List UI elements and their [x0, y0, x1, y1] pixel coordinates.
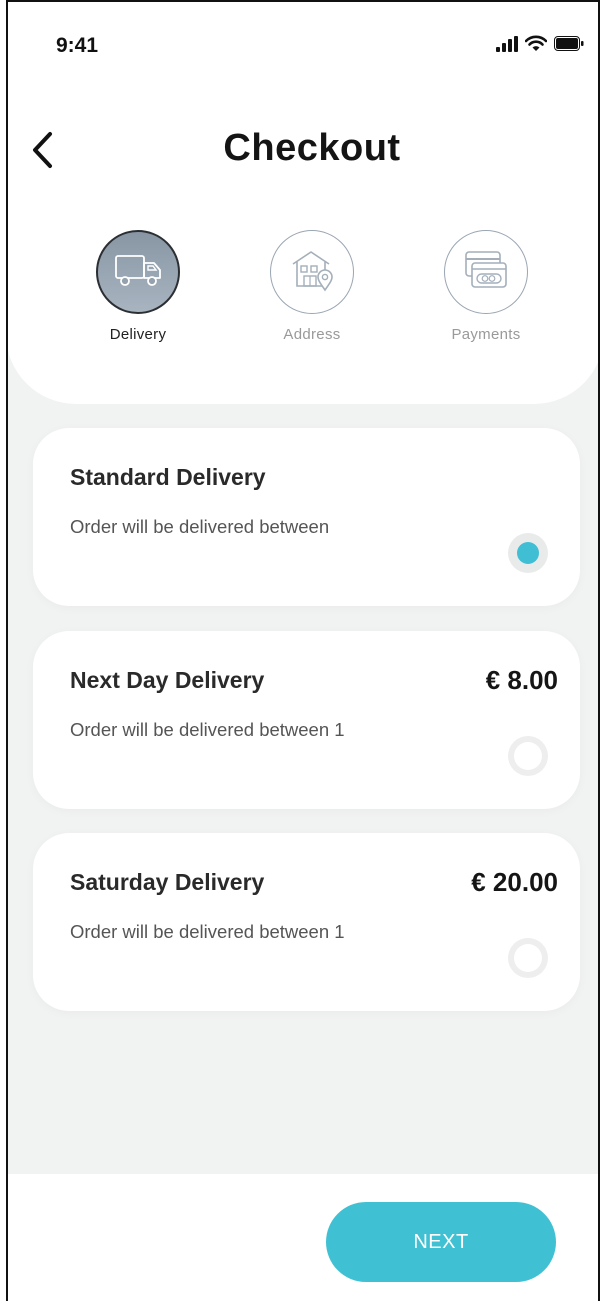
step-delivery-label: Delivery [109, 326, 167, 343]
option-description: Order will be delivered between [70, 516, 330, 537]
delivery-option-standard[interactable]: Standard Delivery Order will be delivere… [33, 428, 580, 606]
step-payments[interactable]: Payments [421, 230, 551, 343]
checkout-screen: 9:41 Checkout Delivery Address Payments … [6, 0, 600, 1301]
option-description: Order will be delivered between 1 [70, 719, 345, 740]
step-address-label: Address [283, 326, 341, 343]
house-location-icon [287, 246, 337, 299]
delivery-option-next-day[interactable]: Next Day Delivery € 8.00 Order will be d… [33, 631, 580, 809]
radio-saturday[interactable] [508, 938, 548, 978]
option-title: Standard Delivery [70, 464, 266, 490]
status-icons [496, 35, 584, 57]
status-time: 9:41 [56, 34, 99, 57]
signal-icon [496, 35, 518, 57]
step-address-circle [270, 230, 354, 314]
option-title: Saturday Delivery [70, 869, 265, 895]
bottom-action-bar: NEXT [8, 1174, 598, 1301]
truck-icon [113, 251, 163, 294]
step-delivery-circle [96, 230, 180, 314]
radio-dot [517, 542, 539, 564]
page-title: Checkout [223, 127, 401, 169]
header-panel: 9:41 Checkout Delivery Address Payments [8, 2, 598, 404]
option-title: Next Day Delivery [70, 667, 265, 693]
status-bar: 9:41 [8, 2, 598, 92]
step-delivery[interactable]: Delivery [73, 230, 203, 343]
wifi-icon [524, 35, 548, 57]
next-button[interactable]: NEXT [326, 1202, 556, 1282]
step-payments-circle [444, 230, 528, 314]
battery-icon [554, 36, 584, 56]
credit-card-icon [461, 247, 511, 298]
radio-dot [514, 944, 542, 972]
radio-dot [514, 742, 542, 770]
step-payments-label: Payments [451, 326, 521, 343]
radio-next-day[interactable] [508, 736, 548, 776]
option-description: Order will be delivered between 1 [70, 921, 345, 942]
option-price: € 8.00 [485, 665, 558, 695]
step-address[interactable]: Address [247, 230, 377, 343]
radio-standard-selected[interactable] [508, 533, 548, 573]
delivery-option-saturday[interactable]: Saturday Delivery € 20.00 Order will be … [33, 833, 580, 1011]
option-price: € 20.00 [471, 867, 558, 897]
